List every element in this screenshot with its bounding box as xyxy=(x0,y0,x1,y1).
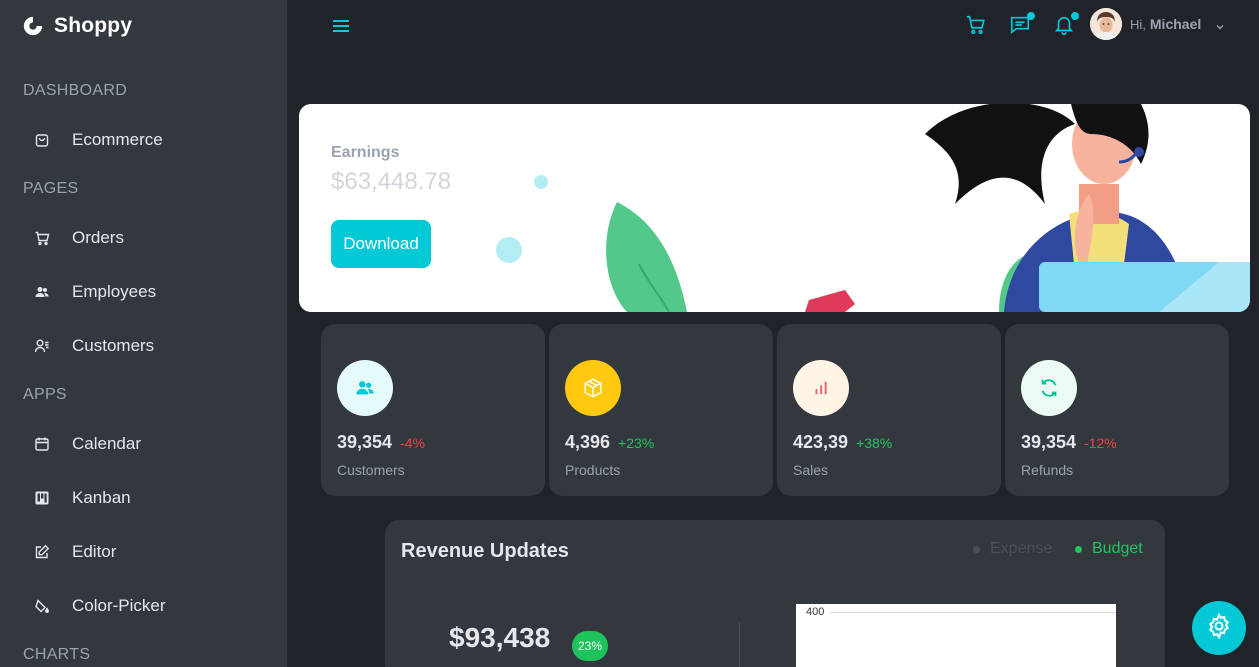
stat-change: +38% xyxy=(856,435,893,451)
stat-card-customers: 39,354 -4% Customers xyxy=(321,324,545,496)
sidebar-item-ecommerce[interactable]: Ecommerce xyxy=(34,125,163,155)
y-axis-tick-label: 400 xyxy=(806,606,825,618)
kanban-icon xyxy=(34,490,50,506)
shopping-bag-icon xyxy=(34,132,50,148)
chevron-down-icon xyxy=(1215,19,1225,30)
section-title-pages: PAGES xyxy=(23,180,79,197)
refunds-icon-button[interactable] xyxy=(1021,360,1077,416)
sidebar-item-employees[interactable]: Employees xyxy=(34,277,156,307)
stat-title: Customers xyxy=(337,462,405,478)
username: Michael xyxy=(1149,16,1202,32)
revenue-chart: 400 xyxy=(796,604,1116,667)
settings-button[interactable] xyxy=(1192,601,1246,655)
sidebar-item-label: Editor xyxy=(72,542,117,561)
avatar xyxy=(1090,8,1122,40)
legend-label: Expense xyxy=(990,540,1053,557)
cart-button[interactable] xyxy=(965,14,989,38)
stat-value: 4,396 xyxy=(565,432,611,452)
box-icon xyxy=(584,378,602,398)
bell-icon xyxy=(1053,16,1075,40)
section-title-dashboard: DASHBOARD xyxy=(23,82,128,99)
sidebar-item-calendar[interactable]: Calendar xyxy=(34,429,141,459)
sales-icon-button[interactable] xyxy=(793,360,849,416)
sidebar-item-label: Calendar xyxy=(72,434,141,453)
people-icon xyxy=(34,284,50,300)
legend-label: Budget xyxy=(1092,540,1143,557)
revenue-title: Revenue Updates xyxy=(401,540,569,562)
greeting-text: Hi, xyxy=(1130,16,1146,32)
sidebar-item-label: Orders xyxy=(72,228,124,247)
legend-budget: Budget xyxy=(1075,540,1143,558)
cart-icon xyxy=(34,230,50,246)
section-title-apps: APPS xyxy=(23,386,67,403)
sidebar-item-label: Color-Picker xyxy=(72,596,166,615)
user-profile-menu[interactable]: Hi, Michael xyxy=(1090,8,1225,40)
cart-icon xyxy=(965,15,987,40)
sidebar-item-label: Customers xyxy=(72,336,155,355)
stat-card-refunds: 39,354 -12% Refunds xyxy=(1005,324,1229,496)
sidebar-item-label: Ecommerce xyxy=(72,130,163,149)
earnings-card: Earnings $63,448.78 Download xyxy=(299,104,1250,312)
sidebar-item-label: Employees xyxy=(72,282,157,301)
sidebar-item-editor[interactable]: Editor xyxy=(34,537,116,567)
legend-expense: Expense xyxy=(973,540,1052,558)
sidebar: Shoppy DASHBOARD Ecommerce PAGES Orders … xyxy=(0,0,287,667)
gear-icon xyxy=(1205,612,1233,645)
chat-button[interactable] xyxy=(1009,12,1035,40)
products-icon-button[interactable] xyxy=(565,360,621,416)
paint-bucket-icon xyxy=(34,598,50,614)
stat-value: 423,39 xyxy=(793,432,849,452)
legend-dot xyxy=(1075,545,1082,553)
bar-chart-icon xyxy=(815,381,827,395)
sidebar-item-kanban[interactable]: Kanban xyxy=(34,483,131,513)
shoppy-logo-icon xyxy=(22,15,44,37)
sidebar-item-customers[interactable]: Customers xyxy=(34,331,154,361)
download-button[interactable]: Download xyxy=(331,220,431,268)
brand-name: Shoppy xyxy=(54,14,133,37)
section-title-charts: CHARTS xyxy=(23,646,91,663)
edit-icon xyxy=(34,544,50,560)
chat-icon xyxy=(1009,16,1031,40)
sidebar-item-label: Kanban xyxy=(72,488,131,507)
stat-value: 39,354 xyxy=(337,432,393,452)
notification-button[interactable] xyxy=(1053,12,1079,40)
brand-link[interactable]: Shoppy xyxy=(22,14,132,38)
customers-icon xyxy=(356,381,374,395)
stat-title: Refunds xyxy=(1021,462,1074,478)
bell-notification-dot xyxy=(1071,12,1079,20)
earnings-label: Earnings xyxy=(331,144,400,161)
menu-icon xyxy=(330,20,352,40)
calendar-icon xyxy=(34,436,50,452)
revenue-badge: 23% xyxy=(572,631,608,661)
earnings-illustration xyxy=(496,104,1250,312)
customers-icon-button[interactable] xyxy=(337,360,393,416)
stat-change: +23% xyxy=(618,435,655,451)
stat-card-sales: 423,39 +38% Sales xyxy=(777,324,1001,496)
grid-line xyxy=(830,612,1116,613)
earnings-value: $63,448.78 xyxy=(331,168,452,195)
refresh-icon xyxy=(1041,379,1057,397)
legend-dot xyxy=(973,545,980,553)
revenue-amount: $93,438 xyxy=(449,622,551,653)
revenue-card: Revenue Updates Expense Budget $93,438 2… xyxy=(385,520,1165,667)
stat-card-products: 4,396 +23% Products xyxy=(549,324,773,496)
divider xyxy=(739,622,740,667)
menu-toggle-button[interactable] xyxy=(330,16,352,36)
sidebar-item-orders[interactable]: Orders xyxy=(34,223,124,253)
chat-notification-dot xyxy=(1027,12,1035,20)
stat-change: -4% xyxy=(400,435,425,451)
stat-title: Sales xyxy=(793,462,829,478)
sidebar-item-color-picker[interactable]: Color-Picker xyxy=(34,591,166,621)
stat-title: Products xyxy=(565,462,621,478)
stat-change: -12% xyxy=(1084,435,1117,451)
user-list-icon xyxy=(34,338,50,354)
stat-value: 39,354 xyxy=(1021,432,1077,452)
